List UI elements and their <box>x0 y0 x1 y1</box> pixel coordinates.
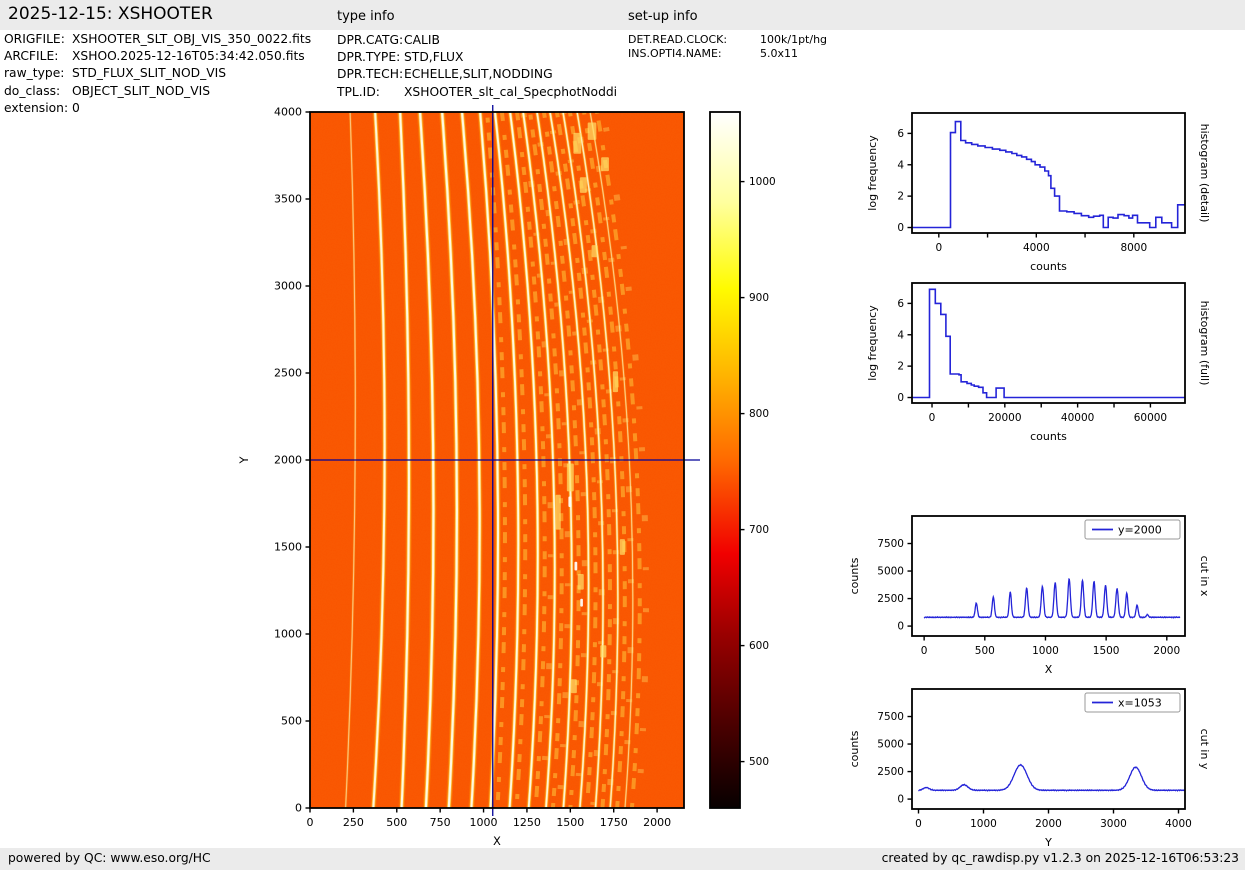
svg-text:1000: 1000 <box>470 816 498 829</box>
svg-text:0: 0 <box>307 816 314 829</box>
svg-text:900: 900 <box>749 292 769 304</box>
svg-text:1000: 1000 <box>749 176 776 188</box>
svg-text:1000: 1000 <box>970 818 997 830</box>
y-axis-label: counts <box>848 730 861 767</box>
footer-bar: powered by QC: www.eso.org/HC created by… <box>0 848 1245 870</box>
svg-text:40000: 40000 <box>1061 412 1094 424</box>
svg-text:1500: 1500 <box>274 541 302 554</box>
footer-created-by: created by qc_rawdisp.py v1.2.3 on 2025-… <box>881 851 1239 865</box>
x-axis-label: counts <box>1030 430 1067 443</box>
svg-text:1750: 1750 <box>600 816 628 829</box>
svg-text:5000: 5000 <box>877 566 904 578</box>
svg-text:0: 0 <box>935 242 942 254</box>
histogram-line <box>912 288 1185 399</box>
svg-text:4000: 4000 <box>274 106 302 119</box>
svg-text:4000: 4000 <box>1023 242 1050 254</box>
svg-text:3000: 3000 <box>1100 818 1127 830</box>
cut-in-x-plot: 0 500 1000 1500 2000 0 2500 5000 7500 Xcounts cut … <box>848 515 1211 676</box>
svg-text:500: 500 <box>749 756 769 768</box>
footer-powered-by: powered by QC: www.eso.org/HC <box>8 851 211 865</box>
svg-text:7500: 7500 <box>877 538 904 550</box>
right-axis-label: histogram (full) <box>1198 301 1211 386</box>
svg-text:0: 0 <box>915 818 922 830</box>
svg-text:0: 0 <box>929 412 936 424</box>
y-axis-label: log frequency <box>866 305 879 381</box>
svg-text:500: 500 <box>386 816 407 829</box>
axes: 0 20000 40000 60000 0 2 4 6 counts log frequency h… <box>866 282 1211 443</box>
svg-text:20000: 20000 <box>988 412 1021 424</box>
cut-in-y-plot: 0 1000 2000 3000 40000250050007500Ycounts cut… <box>848 688 1211 849</box>
right-axis-label: cut in x <box>1198 556 1211 597</box>
svg-text:2500: 2500 <box>877 593 904 605</box>
svg-text:500: 500 <box>975 645 995 657</box>
svg-text:0: 0 <box>897 392 904 404</box>
legend: y=2000 <box>1084 519 1181 540</box>
svg-text:2500: 2500 <box>877 766 904 778</box>
histogram-line <box>912 120 1185 229</box>
right-axis-label: cut in y <box>1198 729 1211 770</box>
svg-text:6: 6 <box>897 128 904 140</box>
svg-text:1500: 1500 <box>1093 645 1120 657</box>
svg-text:4000: 4000 <box>1165 818 1192 830</box>
axes: 0 1000 2000 3000 40000250050007500Ycounts cut… <box>848 688 1211 849</box>
svg-text:3000: 3000 <box>274 280 302 293</box>
svg-text:2000: 2000 <box>1153 645 1180 657</box>
y-axis-label: counts <box>848 557 861 594</box>
svg-text:2: 2 <box>897 361 904 373</box>
axes: 0 500 1000 1500 2000 0 2500 5000 7500 Xcounts cut … <box>848 515 1211 676</box>
legend-label: x=1053 <box>1118 697 1162 710</box>
svg-text:2: 2 <box>897 191 904 203</box>
svg-text:5000: 5000 <box>877 739 904 751</box>
qc-report-page: 2025-12-15: XSHOOTER type info set-up in… <box>0 0 1245 870</box>
svg-text:2500: 2500 <box>274 367 302 380</box>
svg-text:2000: 2000 <box>274 454 302 467</box>
svg-text:6: 6 <box>897 298 904 310</box>
svg-text:250: 250 <box>343 816 364 829</box>
svg-text:3500: 3500 <box>274 193 302 206</box>
svg-text:0: 0 <box>897 222 904 234</box>
colorbar-gradient <box>709 111 741 809</box>
x-axis-label: X <box>493 834 501 848</box>
y-axis-label: log frequency <box>866 135 879 211</box>
x-axis-label: X <box>1045 663 1053 676</box>
svg-text:700: 700 <box>749 524 769 536</box>
legend-label: y=2000 <box>1118 524 1162 537</box>
svg-text:0: 0 <box>897 794 904 806</box>
colorbar: 500 600 700 800 900 1000 <box>709 111 776 809</box>
histogram-detail-plot: 0 4000 80000246countslog frequency histogra… <box>866 112 1211 273</box>
svg-text:600: 600 <box>749 640 769 652</box>
svg-text:0: 0 <box>897 621 904 633</box>
figure-area: 0 250 500 750 1000 1250 1500 1750 2000 0 500 1000 15… <box>0 0 1245 870</box>
svg-text:1000: 1000 <box>1032 645 1059 657</box>
y-axis-label: Y <box>237 456 251 465</box>
svg-text:60000: 60000 <box>1134 412 1167 424</box>
cut-line <box>923 577 1181 619</box>
svg-text:4: 4 <box>897 329 904 341</box>
svg-text:1000: 1000 <box>274 628 302 641</box>
svg-text:8000: 8000 <box>1120 242 1147 254</box>
svg-text:0: 0 <box>295 802 302 815</box>
cut-line <box>918 763 1185 792</box>
svg-text:1250: 1250 <box>513 816 541 829</box>
right-axis-label: histogram (detail) <box>1198 124 1211 223</box>
legend: x=1053 <box>1084 692 1181 713</box>
svg-text:500: 500 <box>281 715 302 728</box>
svg-text:750: 750 <box>430 816 451 829</box>
svg-text:800: 800 <box>749 408 769 420</box>
svg-text:7500: 7500 <box>877 711 904 723</box>
histogram-full-plot: 0 20000 40000 60000 0 2 4 6 counts log frequency h… <box>866 282 1211 443</box>
svg-text:1500: 1500 <box>556 816 584 829</box>
svg-text:4: 4 <box>897 159 904 171</box>
axes: 0 4000 80000246countslog frequency histogra… <box>866 112 1211 273</box>
svg-text:0: 0 <box>921 645 928 657</box>
svg-text:2000: 2000 <box>1035 818 1062 830</box>
